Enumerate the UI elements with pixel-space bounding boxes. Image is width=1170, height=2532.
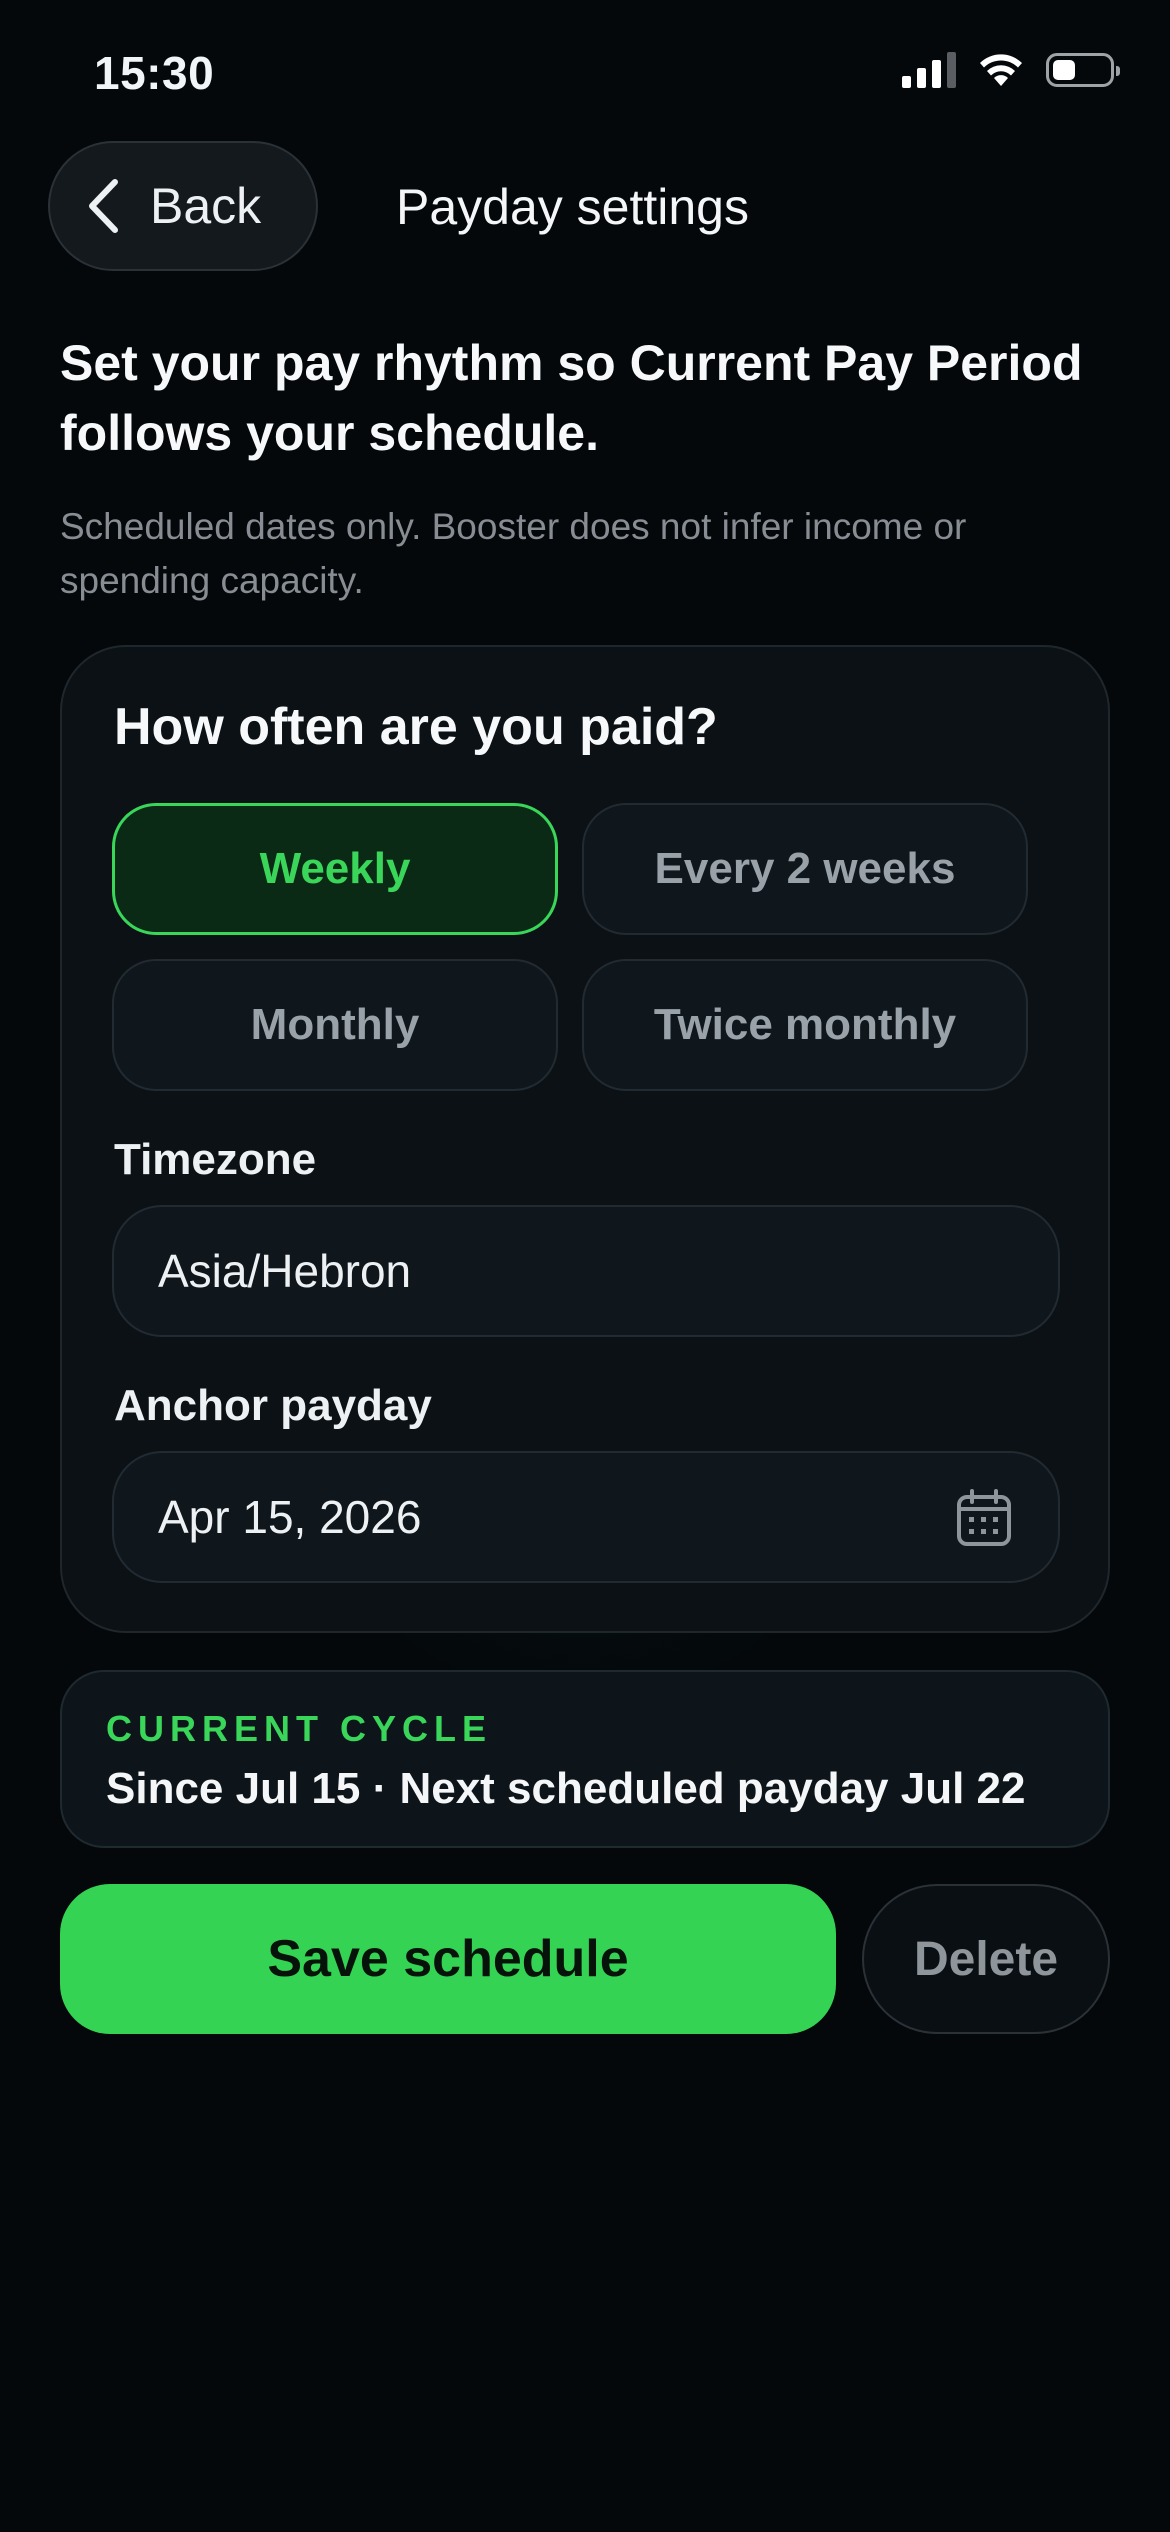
status-time: 15:30 — [94, 47, 215, 99]
battery-icon — [1046, 53, 1120, 87]
schedule-card: How often are you paid? Weekly Every 2 w… — [60, 645, 1110, 1633]
timezone-field[interactable]: Asia/Hebron — [112, 1205, 1060, 1337]
timezone-value: Asia/Hebron — [158, 1245, 412, 1297]
cellular-signal-icon — [902, 52, 956, 88]
calendar-icon[interactable] — [956, 1489, 1012, 1547]
status-icons — [902, 52, 1120, 88]
anchor-payday-field[interactable]: Apr 15, 2026 — [112, 1451, 1060, 1583]
wifi-icon — [980, 54, 1022, 86]
frequency-option-monthly[interactable]: Monthly — [112, 959, 558, 1091]
page-title: Payday settings — [396, 179, 749, 235]
payday-settings-screen: 15:30 Back Payday settings Set your pay … — [0, 0, 1170, 2532]
chevron-left-icon — [89, 179, 118, 233]
frequency-option-twice-monthly[interactable]: Twice monthly — [582, 959, 1028, 1091]
back-button-label: Back — [150, 178, 262, 234]
intro-headline: Set your pay rhythm so Current Pay Perio… — [60, 335, 1083, 461]
frequency-option-every-2-weeks[interactable]: Every 2 weeks — [582, 803, 1028, 935]
timezone-label: Timezone — [114, 1135, 317, 1184]
anchor-payday-value: Apr 15, 2026 — [158, 1491, 422, 1543]
anchor-payday-label: Anchor payday — [114, 1381, 432, 1430]
current-cycle-summary: Since Jul 15 · Next scheduled payday Jul… — [106, 1764, 1026, 1813]
current-cycle-kicker: CURRENT CYCLE — [106, 1708, 493, 1749]
back-button[interactable]: Back — [48, 141, 318, 271]
intro-disclaimer: Scheduled dates only. Booster does not i… — [60, 506, 967, 601]
current-cycle-card: CURRENT CYCLE Since Jul 15 · Next schedu… — [60, 1670, 1110, 1848]
frequency-question: How often are you paid? — [114, 698, 718, 756]
frequency-option-weekly[interactable]: Weekly — [112, 803, 558, 935]
save-schedule-button[interactable]: Save schedule — [60, 1884, 836, 2034]
delete-button[interactable]: Delete — [862, 1884, 1110, 2034]
